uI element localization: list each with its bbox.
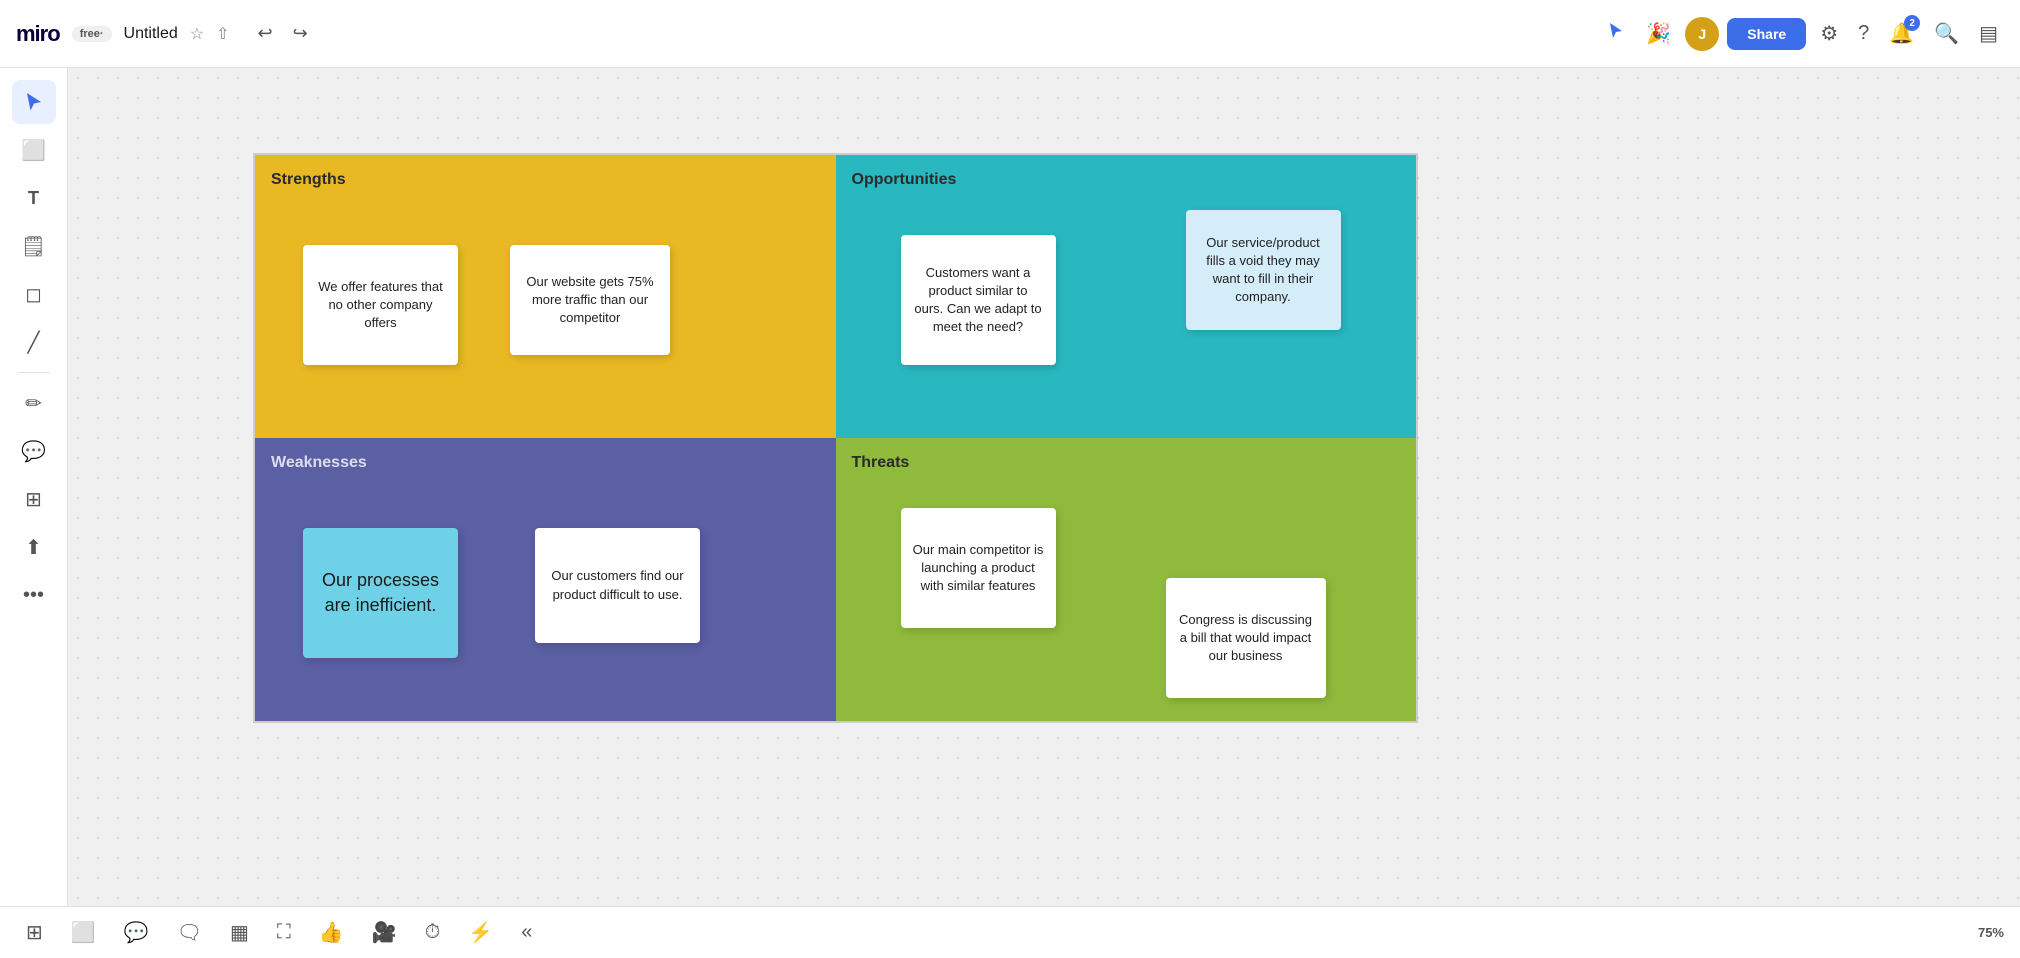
left-toolbar: ⬜ T 🗒 ◻ ╱ ✏ 💬 ⊞ ⬆ •••: [0, 68, 68, 906]
bottom-toolbar: ⊞ ⬜ 💬 🗨 ▦ ⛶ 👍 🎥 ⏱ ⚡ « 75%: [0, 906, 2020, 958]
strengths-quadrant: Strengths We offer features that no othe…: [255, 155, 836, 438]
upload-tool-button[interactable]: ⬆: [12, 525, 56, 569]
canvas-area[interactable]: Strengths We offer features that no othe…: [68, 68, 2020, 906]
party-icon-button[interactable]: 🎉: [1640, 15, 1677, 52]
undo-button[interactable]: ↩: [250, 19, 281, 48]
notifications-icon-button[interactable]: 🔔 2: [1883, 15, 1920, 52]
pen-tool-button[interactable]: ✏: [12, 381, 56, 425]
sticky-note-tool-button[interactable]: 🗒: [12, 224, 56, 268]
comment-button[interactable]: 💬: [114, 914, 159, 951]
undo-redo-group: ↩ ↪: [250, 19, 316, 48]
opportunities-label: Opportunities: [852, 171, 1401, 189]
opportunity-note-2[interactable]: Our service/product fills a void they ma…: [1186, 210, 1341, 330]
strength-note-2[interactable]: Our website gets 75% more traffic than o…: [510, 245, 670, 355]
redo-button[interactable]: ↪: [285, 19, 316, 48]
free-badge: free·: [72, 26, 112, 42]
threats-label: Threats: [852, 454, 1401, 472]
collapse-button[interactable]: «: [511, 915, 542, 950]
shape-tool-button[interactable]: ◻: [12, 272, 56, 316]
video-button[interactable]: 🎥: [362, 914, 407, 951]
logo: miro: [16, 21, 60, 47]
table-button[interactable]: ▦: [220, 914, 259, 951]
search-icon-button[interactable]: 🔍: [1928, 15, 1965, 52]
help-icon-button[interactable]: ?: [1852, 16, 1875, 51]
select-tool-button[interactable]: [12, 80, 56, 124]
cursor-tool-button[interactable]: [1600, 15, 1632, 53]
main-area: ⬜ T 🗒 ◻ ╱ ✏ 💬 ⊞ ⬆ ••• Strengths We offer…: [0, 68, 2020, 906]
swot-board: Strengths We offer features that no othe…: [253, 153, 1418, 723]
star-icon[interactable]: ☆: [190, 24, 204, 44]
topbar: miro free· Untitled ☆ ⇧ ↩ ↪ 🎉 J Share ⚙ …: [0, 0, 2020, 68]
strengths-label: Strengths: [271, 171, 820, 189]
frame-add-tool-button[interactable]: ⊞: [12, 477, 56, 521]
line-tool-button[interactable]: ╱: [12, 320, 56, 364]
embed-button[interactable]: ⛶: [267, 915, 301, 950]
opportunity-note-1[interactable]: Customers want a product similar to ours…: [901, 235, 1056, 365]
frame-tool-button[interactable]: ⬜: [12, 128, 56, 172]
threats-quadrant: Threats Our main competitor is launching…: [836, 438, 1417, 721]
like-button[interactable]: 👍: [309, 914, 354, 951]
opportunities-quadrant: Opportunities Customers want a product s…: [836, 155, 1417, 438]
lightning-button[interactable]: ⚡: [458, 914, 503, 951]
text-tool-button[interactable]: T: [12, 176, 56, 220]
doc-title[interactable]: Untitled: [124, 25, 178, 43]
weakness-note-2[interactable]: Our customers find our product difficult…: [535, 528, 700, 643]
strength-note-1[interactable]: We offer features that no other company …: [303, 245, 458, 365]
frame-list-button[interactable]: ⬜: [61, 914, 106, 951]
grid-tool-button[interactable]: ⊞: [16, 914, 53, 951]
speech-bubble-button[interactable]: 🗨: [167, 914, 212, 951]
weaknesses-quadrant: Weaknesses Our processes are inefficient…: [255, 438, 836, 721]
upload-icon[interactable]: ⇧: [216, 24, 229, 44]
panel-icon-button[interactable]: ▤: [1973, 15, 2004, 52]
threat-note-2[interactable]: Congress is discussing a bill that would…: [1166, 578, 1326, 698]
topbar-right: 🎉 J Share ⚙ ? 🔔 2 🔍 ▤: [1600, 15, 2004, 53]
settings-icon-button[interactable]: ⚙: [1814, 15, 1844, 52]
timer-button[interactable]: ⏱: [415, 915, 451, 950]
weakness-note-1[interactable]: Our processes are inefficient.: [303, 528, 458, 658]
avatar: J: [1685, 17, 1719, 51]
notification-badge: 2: [1904, 15, 1920, 31]
more-tool-button[interactable]: •••: [12, 573, 56, 617]
comment-tool-button[interactable]: 💬: [12, 429, 56, 473]
zoom-level: 75%: [1978, 925, 2004, 940]
weaknesses-label: Weaknesses: [271, 454, 820, 472]
share-button[interactable]: Share: [1727, 18, 1806, 50]
tool-separator-1: [18, 372, 50, 373]
threat-note-1[interactable]: Our main competitor is launching a produ…: [901, 508, 1056, 628]
